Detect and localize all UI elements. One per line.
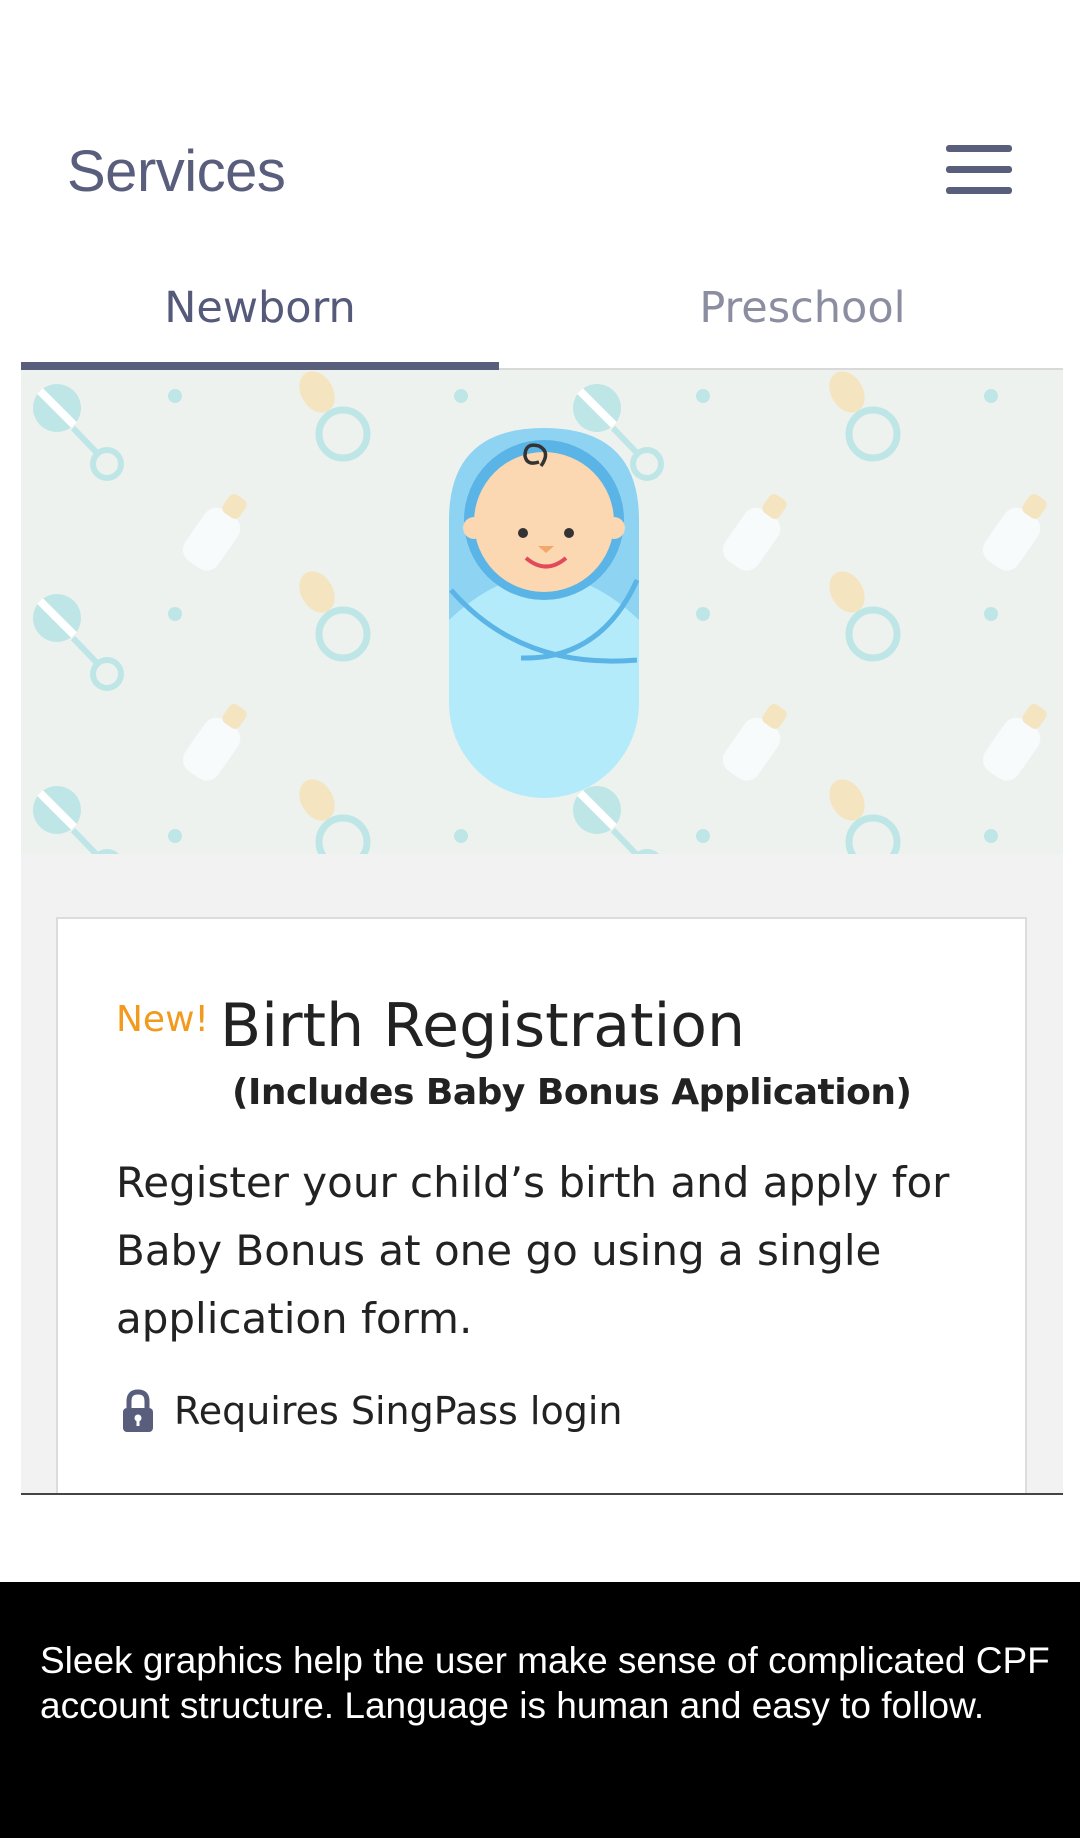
page-title: Services	[67, 139, 286, 204]
lock-icon	[123, 1389, 153, 1432]
pacifier-icon	[822, 565, 897, 658]
rattle-icon	[33, 594, 121, 688]
rattle-icon	[33, 786, 121, 854]
swaddled-baby-illustration	[449, 428, 640, 798]
birth-registration-card[interactable]: New! Birth Registration (Includes Baby B…	[56, 917, 1027, 1493]
pacifier-icon	[292, 370, 367, 458]
singpass-requirement: Requires SingPass login	[122, 1389, 623, 1433]
card-description: Register your child’s birth and apply fo…	[116, 1158, 950, 1343]
tab-preschool[interactable]: Preschool	[542, 260, 1063, 368]
active-tab-indicator	[21, 362, 499, 370]
pacifier-icon	[822, 370, 897, 458]
pacifier-icon	[292, 773, 367, 854]
baby-bottle-icon	[717, 701, 790, 787]
baby-bottle-icon	[177, 701, 250, 787]
rattle-icon	[33, 384, 121, 478]
rattle-icon	[573, 786, 661, 854]
hamburger-menu-icon[interactable]	[946, 145, 1012, 199]
caption-text: Sleek graphics help the user make sense …	[40, 1640, 1050, 1726]
baby-bottle-icon	[977, 491, 1050, 577]
pacifier-icon	[292, 565, 367, 658]
baby-bottle-icon	[177, 491, 250, 577]
caption-banner: Sleek graphics help the user make sense …	[0, 1582, 1080, 1838]
card-title: Birth Registration	[220, 991, 745, 1061]
pacifier-icon	[822, 773, 897, 854]
new-badge: New!	[116, 999, 209, 1040]
requirement-text: Requires SingPass login	[174, 1389, 623, 1433]
baby-bottle-icon	[717, 491, 790, 577]
card-title-row: New! Birth Registration	[116, 991, 745, 1061]
card-subtitle: (Includes Baby Bonus Application)	[232, 1072, 912, 1113]
newborn-banner	[21, 370, 1063, 854]
tab-newborn[interactable]: Newborn	[21, 260, 499, 368]
app-header: Services	[0, 0, 1080, 250]
divider	[21, 1493, 1063, 1495]
baby-pattern-illustration	[21, 370, 1050, 854]
tab-bar: Newborn Preschool	[21, 260, 1063, 370]
baby-bottle-icon	[977, 701, 1050, 787]
